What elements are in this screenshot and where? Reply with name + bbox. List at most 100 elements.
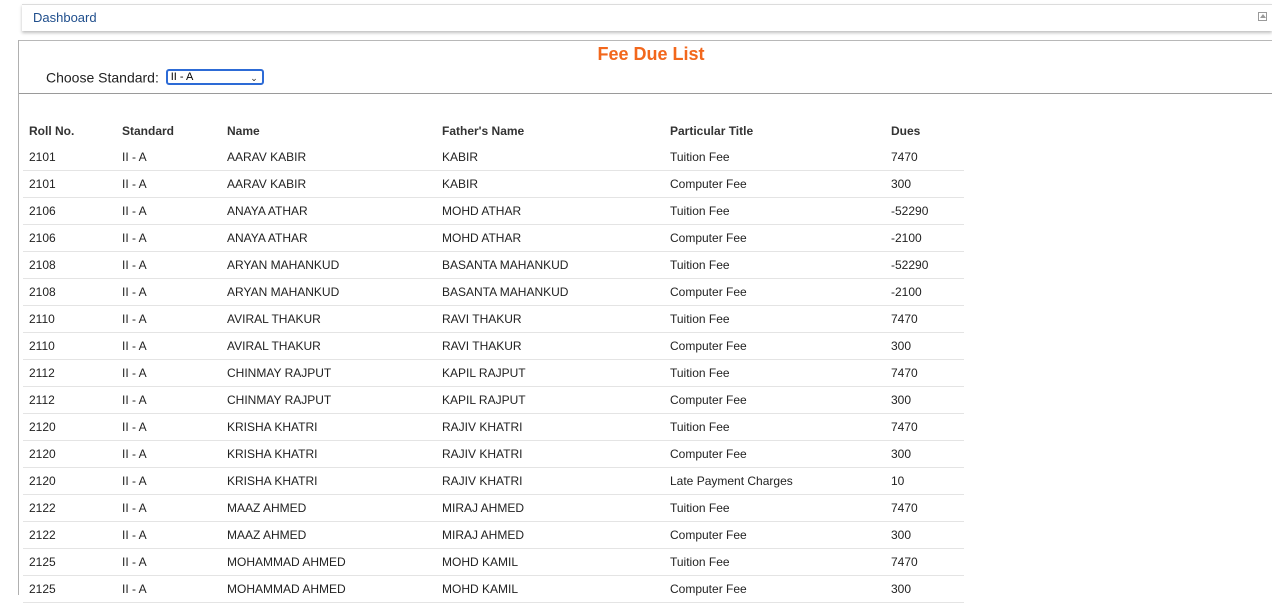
cell-name: MAAZ AHMED: [221, 522, 436, 549]
panel-left-border: [18, 40, 19, 595]
cell-standard: II - A: [116, 198, 221, 225]
cell-fathers-name: MOHD KAMIL: [436, 576, 664, 603]
cell-roll-no: 2108: [23, 252, 116, 279]
cell-dues: 7470: [885, 306, 964, 333]
column-header-dues: Dues: [891, 123, 921, 138]
cell-name: MOHAMMAD AHMED: [221, 549, 436, 576]
panel-divider: [19, 93, 1272, 94]
cell-standard: II - A: [116, 225, 221, 252]
cell-roll-no: 2106: [23, 198, 116, 225]
cell-name: KRISHA KHATRI: [221, 441, 436, 468]
table-row: 2120 II - A KRISHA KHATRI RAJIV KHATRI Late …: [23, 468, 964, 495]
cell-standard: II - A: [116, 333, 221, 360]
table-row: 2120 II - A KRISHA KHATRI RAJIV KHATRI Tuiti…: [23, 414, 964, 441]
table-row: 2125 II - A MOHAMMAD AHMED MOHD KAMIL Tuitio…: [23, 549, 964, 576]
cell-name: CHINMAY RAJPUT: [221, 387, 436, 414]
table-row: 2125 II - A MOHAMMAD AHMED MOHD KAMIL Comput…: [23, 576, 964, 603]
cell-particular-title: Computer Fee: [664, 333, 885, 360]
cell-name: MAAZ AHMED: [221, 495, 436, 522]
cell-fathers-name: KABIR: [436, 144, 664, 171]
cell-name: ARYAN MAHANKUD: [221, 252, 436, 279]
cell-dues: 300: [885, 441, 964, 468]
cell-standard: II - A: [116, 252, 221, 279]
dashboard-header-bar: Dashboard: [22, 4, 1272, 31]
table-body: 2101 II - A AARAV KABIR KABIR Tuition Fee 747…: [23, 144, 964, 603]
cell-name: MOHAMMAD AHMED: [221, 576, 436, 603]
cell-particular-title: Computer Fee: [664, 225, 885, 252]
cell-name: KRISHA KHATRI: [221, 414, 436, 441]
cell-standard: II - A: [116, 414, 221, 441]
cell-fathers-name: KABIR: [436, 171, 664, 198]
cell-name: AARAV KABIR: [221, 144, 436, 171]
cell-standard: II - A: [116, 387, 221, 414]
breadcrumb-dashboard[interactable]: Dashboard: [33, 10, 97, 25]
cell-dues: 7470: [885, 549, 964, 576]
table-header-row: Roll No. Standard Name Father's Name Par…: [23, 117, 964, 144]
cell-fathers-name: RAJIV KHATRI: [436, 414, 664, 441]
standard-select-value: II - A: [170, 71, 194, 84]
cell-fathers-name: MOHD KAMIL: [436, 549, 664, 576]
cell-fathers-name: MOHD ATHAR: [436, 198, 664, 225]
cell-dues: 7470: [885, 495, 964, 522]
cell-particular-title: Computer Fee: [664, 576, 885, 603]
cell-roll-no: 2125: [23, 549, 116, 576]
cell-roll-no: 2125: [23, 576, 116, 603]
cell-particular-title: Tuition Fee: [664, 414, 885, 441]
cell-dues: 7470: [885, 414, 964, 441]
cell-roll-no: 2120: [23, 468, 116, 495]
cell-roll-no: 2101: [23, 144, 116, 171]
cell-standard: II - A: [116, 549, 221, 576]
column-header-fathers-name: Father's Name: [442, 123, 525, 138]
cell-dues: -52290: [885, 252, 964, 279]
table-row: 2122 II - A MAAZ AHMED MIRAJ AHMED Tuition F…: [23, 495, 964, 522]
cell-name: KRISHA KHATRI: [221, 468, 436, 495]
cell-dues: 300: [885, 576, 964, 603]
column-header-roll-no: Roll No.: [29, 123, 75, 138]
cell-dues: 7470: [885, 144, 964, 171]
cell-fathers-name: MIRAJ AHMED: [436, 495, 664, 522]
cell-fathers-name: RAJIV KHATRI: [436, 468, 664, 495]
column-header-name: Name: [227, 123, 260, 138]
cell-roll-no: 2112: [23, 360, 116, 387]
cell-standard: II - A: [116, 576, 221, 603]
cell-dues: 10: [885, 468, 964, 495]
cell-fathers-name: MOHD ATHAR: [436, 225, 664, 252]
page-title: Fee Due List: [597, 44, 705, 64]
cell-roll-no: 2112: [23, 387, 116, 414]
cell-name: ARYAN MAHANKUD: [221, 279, 436, 306]
cell-particular-title: Tuition Fee: [664, 495, 885, 522]
cell-roll-no: 2108: [23, 279, 116, 306]
cell-particular-title: Computer Fee: [664, 522, 885, 549]
table-row: 2108 II - A ARYAN MAHANKUD BASANTA MAHANKUD…: [23, 279, 964, 306]
cell-name: AARAV KABIR: [221, 171, 436, 198]
cell-particular-title: Tuition Fee: [664, 306, 885, 333]
collapse-icon[interactable]: [1258, 12, 1267, 21]
cell-standard: II - A: [116, 522, 221, 549]
cell-roll-no: 2120: [23, 414, 116, 441]
cell-fathers-name: KAPIL RAJPUT: [436, 387, 664, 414]
cell-name: AVIRAL THAKUR: [221, 333, 436, 360]
table-row: 2110 II - A AVIRAL THAKUR RAVI THAKUR Comput…: [23, 333, 964, 360]
cell-roll-no: 2106: [23, 225, 116, 252]
cell-name: ANAYA ATHAR: [221, 198, 436, 225]
cell-particular-title: Tuition Fee: [664, 144, 885, 171]
table-row: 2112 II - A CHINMAY RAJPUT KAPIL RAJPUT Comp…: [23, 387, 964, 414]
standard-select[interactable]: II - A ⌄: [165, 69, 264, 86]
cell-particular-title: Computer Fee: [664, 387, 885, 414]
cell-roll-no: 2110: [23, 333, 116, 360]
cell-particular-title: Late Payment Charges: [664, 468, 885, 495]
cell-roll-no: 2120: [23, 441, 116, 468]
table-row: 2101 II - A AARAV KABIR KABIR Computer Fee 30…: [23, 171, 964, 198]
cell-dues: 7470: [885, 360, 964, 387]
cell-dues: 300: [885, 333, 964, 360]
cell-roll-no: 2101: [23, 171, 116, 198]
cell-fathers-name: BASANTA MAHANKUD: [436, 279, 664, 306]
table-row: 2106 II - A ANAYA ATHAR MOHD ATHAR Computer …: [23, 225, 964, 252]
cell-dues: 300: [885, 522, 964, 549]
cell-roll-no: 2122: [23, 522, 116, 549]
table-row: 2120 II - A KRISHA KHATRI RAJIV KHATRI Compu…: [23, 441, 964, 468]
cell-particular-title: Computer Fee: [664, 441, 885, 468]
cell-standard: II - A: [116, 306, 221, 333]
cell-standard: II - A: [116, 171, 221, 198]
cell-dues: 300: [885, 171, 964, 198]
